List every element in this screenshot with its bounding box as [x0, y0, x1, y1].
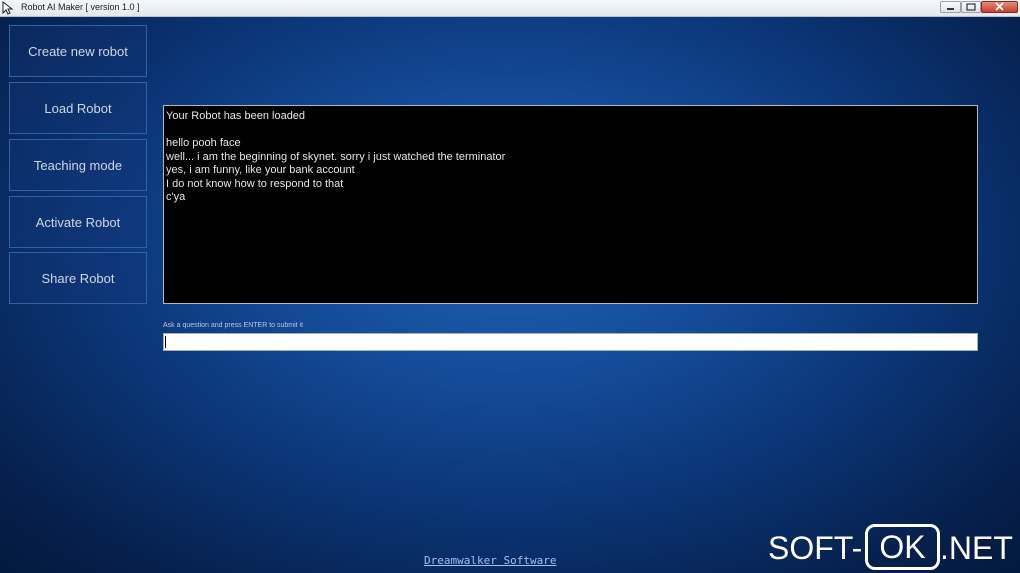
load-robot-label: Load Robot	[44, 100, 112, 116]
teaching-mode-button[interactable]: Teaching mode	[9, 139, 147, 191]
output-line: yes, i am funny, like your bank account	[166, 164, 355, 176]
minimize-button[interactable]	[940, 1, 961, 13]
watermark-text-right: .NET	[940, 530, 1013, 566]
maximize-icon	[966, 3, 976, 11]
window-title: Robot AI Maker [ version 1.0 ]	[21, 2, 140, 12]
conversation-output[interactable]: Your Robot has been loaded hello pooh fa…	[163, 105, 978, 304]
close-icon	[995, 2, 1004, 11]
teaching-mode-label: Teaching mode	[33, 157, 123, 173]
question-input[interactable]	[163, 333, 978, 351]
create-new-robot-label: Create new robot	[28, 43, 128, 59]
soft-ok-watermark: SOFT- OK .NET	[768, 524, 1014, 572]
share-robot-button[interactable]: Share Robot	[9, 252, 147, 304]
output-line: Your Robot has been loaded	[166, 110, 306, 122]
activate-robot-button[interactable]: Activate Robot	[9, 196, 147, 248]
activate-robot-label: Activate Robot	[35, 214, 121, 230]
app-icon	[2, 1, 14, 15]
title-bar: Robot AI Maker [ version 1.0 ]	[0, 0, 1020, 17]
watermark-text-box: OK	[865, 524, 940, 570]
minimize-icon	[947, 8, 954, 10]
maximize-button[interactable]	[961, 1, 981, 13]
create-new-robot-button[interactable]: Create new robot	[9, 25, 147, 77]
output-line: c'ya	[166, 191, 186, 203]
question-prompt-label: Ask a question and press ENTER to submit…	[163, 322, 304, 329]
text-caret	[165, 336, 166, 348]
share-robot-label: Share Robot	[41, 270, 115, 286]
close-button[interactable]	[981, 1, 1018, 13]
dreamwalker-software-link[interactable]: Dreamwalker Software	[424, 554, 556, 567]
load-robot-button[interactable]: Load Robot	[9, 82, 147, 134]
watermark-text-left: SOFT-	[768, 530, 863, 566]
output-line: well... i am the beginning of skynet. so…	[166, 150, 506, 163]
output-line: hello pooh face	[166, 137, 241, 149]
output-line: I do not know how to respond to that	[166, 177, 344, 190]
